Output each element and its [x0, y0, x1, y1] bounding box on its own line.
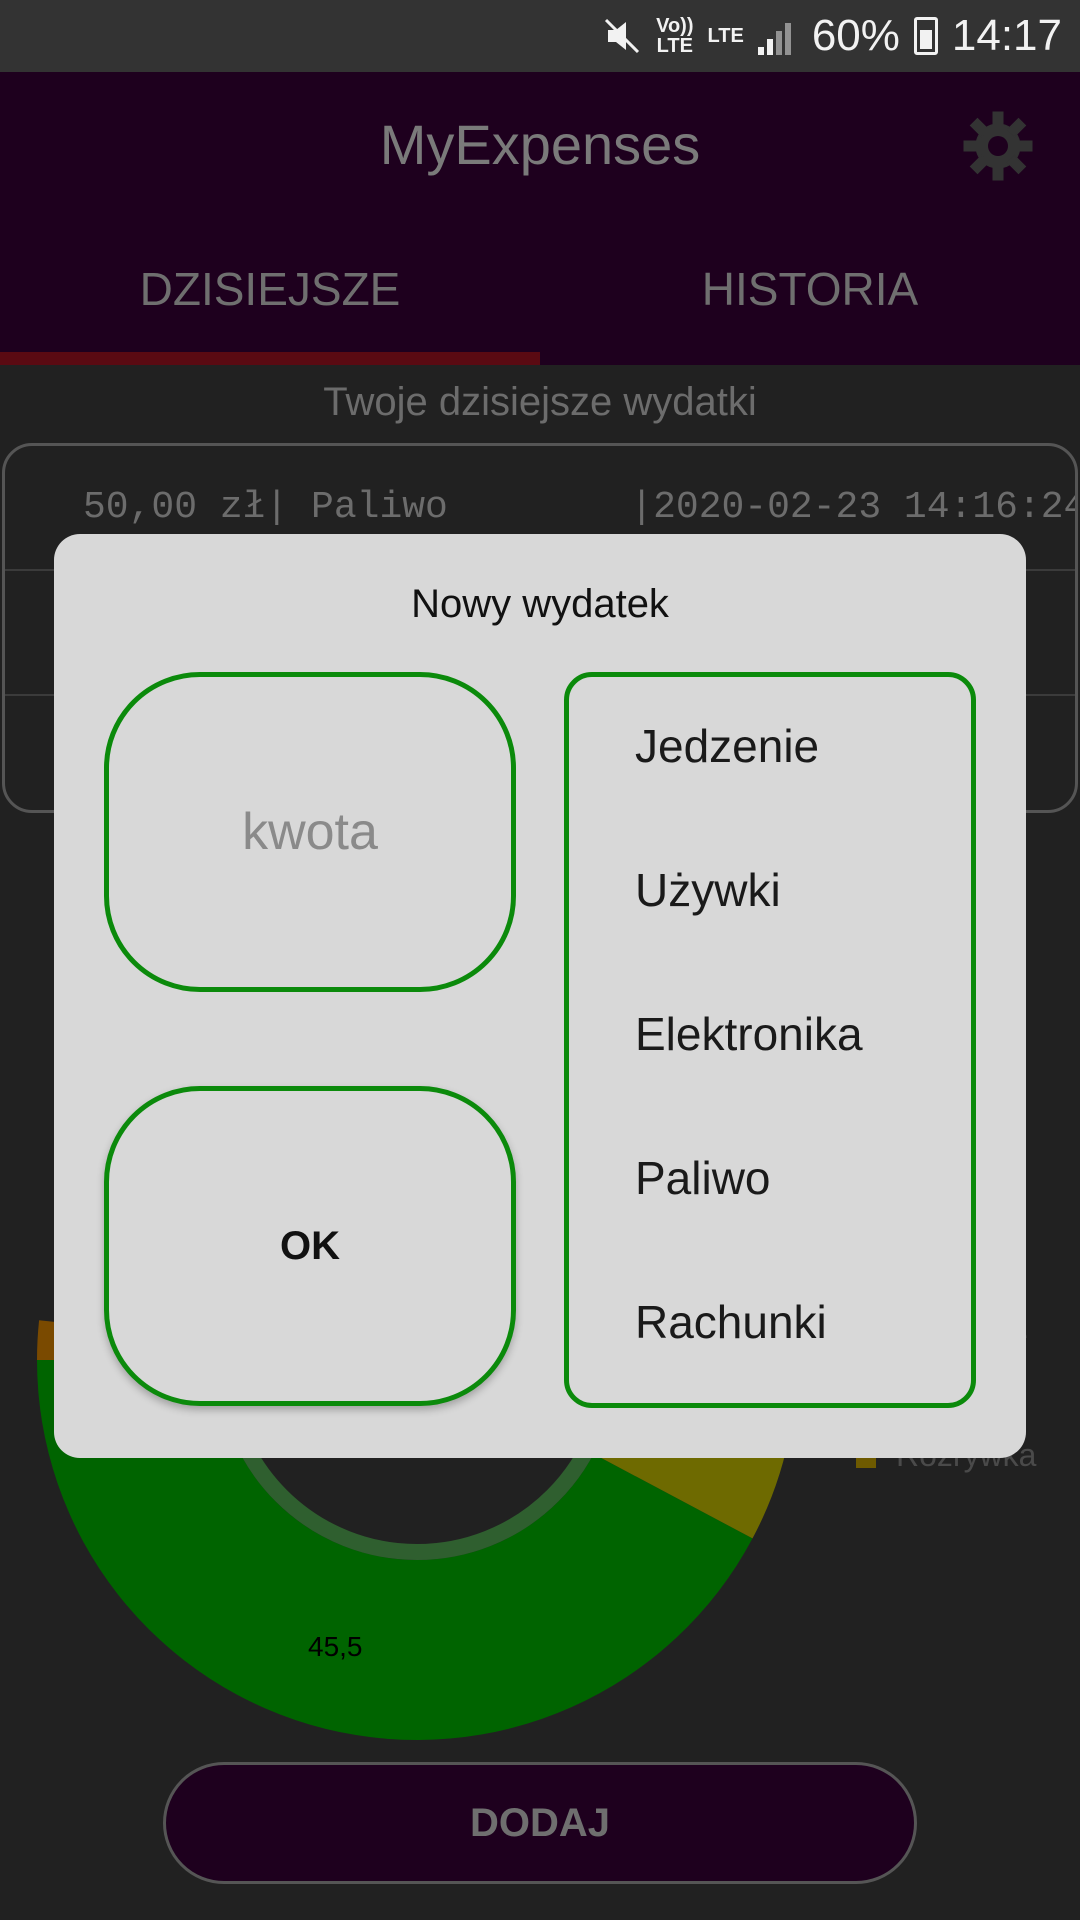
- amount-input[interactable]: [104, 672, 516, 992]
- dialog-title: Nowy wydatek: [411, 582, 669, 626]
- clock: 14:17: [951, 11, 1062, 60]
- gear-icon[interactable]: [960, 108, 1036, 184]
- battery-icon: [913, 17, 938, 55]
- signal-icon: [757, 17, 798, 55]
- tab-dzisiejsze[interactable]: DZISIEJSZE: [0, 262, 540, 316]
- battery-percent: 60%: [811, 11, 900, 60]
- slice-label: 45,5: [308, 1631, 363, 1662]
- volte-indicator: Vo)) LTE: [656, 15, 694, 57]
- status-bar: Vo)) LTE LTE 60% 14:17: [0, 0, 1080, 72]
- new-expense-dialog: Nowy wydatek OK Jedzenie Używki Elektron…: [54, 534, 1026, 1458]
- app-title: MyExpenses: [379, 113, 701, 176]
- add-expense-button[interactable]: DODAJ: [163, 1762, 917, 1884]
- tab-historia[interactable]: HISTORIA: [540, 262, 1080, 316]
- category-item-uzywki[interactable]: Używki: [635, 863, 781, 917]
- mute-icon: [605, 18, 640, 54]
- lte-indicator: LTE: [707, 25, 744, 47]
- section-title: Twoje dzisiejsze wydatki: [323, 380, 757, 424]
- category-item-rachunki[interactable]: Rachunki: [635, 1295, 827, 1349]
- category-item-elektronika[interactable]: Elektronika: [635, 1007, 863, 1061]
- category-item-jedzenie[interactable]: Jedzenie: [635, 719, 819, 773]
- app-bar: MyExpenses DZISIEJSZE HISTORIA: [0, 72, 1080, 365]
- ok-button[interactable]: OK: [104, 1086, 516, 1406]
- category-item-paliwo[interactable]: Paliwo: [635, 1151, 771, 1205]
- tab-indicator: [0, 352, 540, 365]
- category-list[interactable]: Jedzenie Używki Elektronika Paliwo Rachu…: [564, 672, 976, 1408]
